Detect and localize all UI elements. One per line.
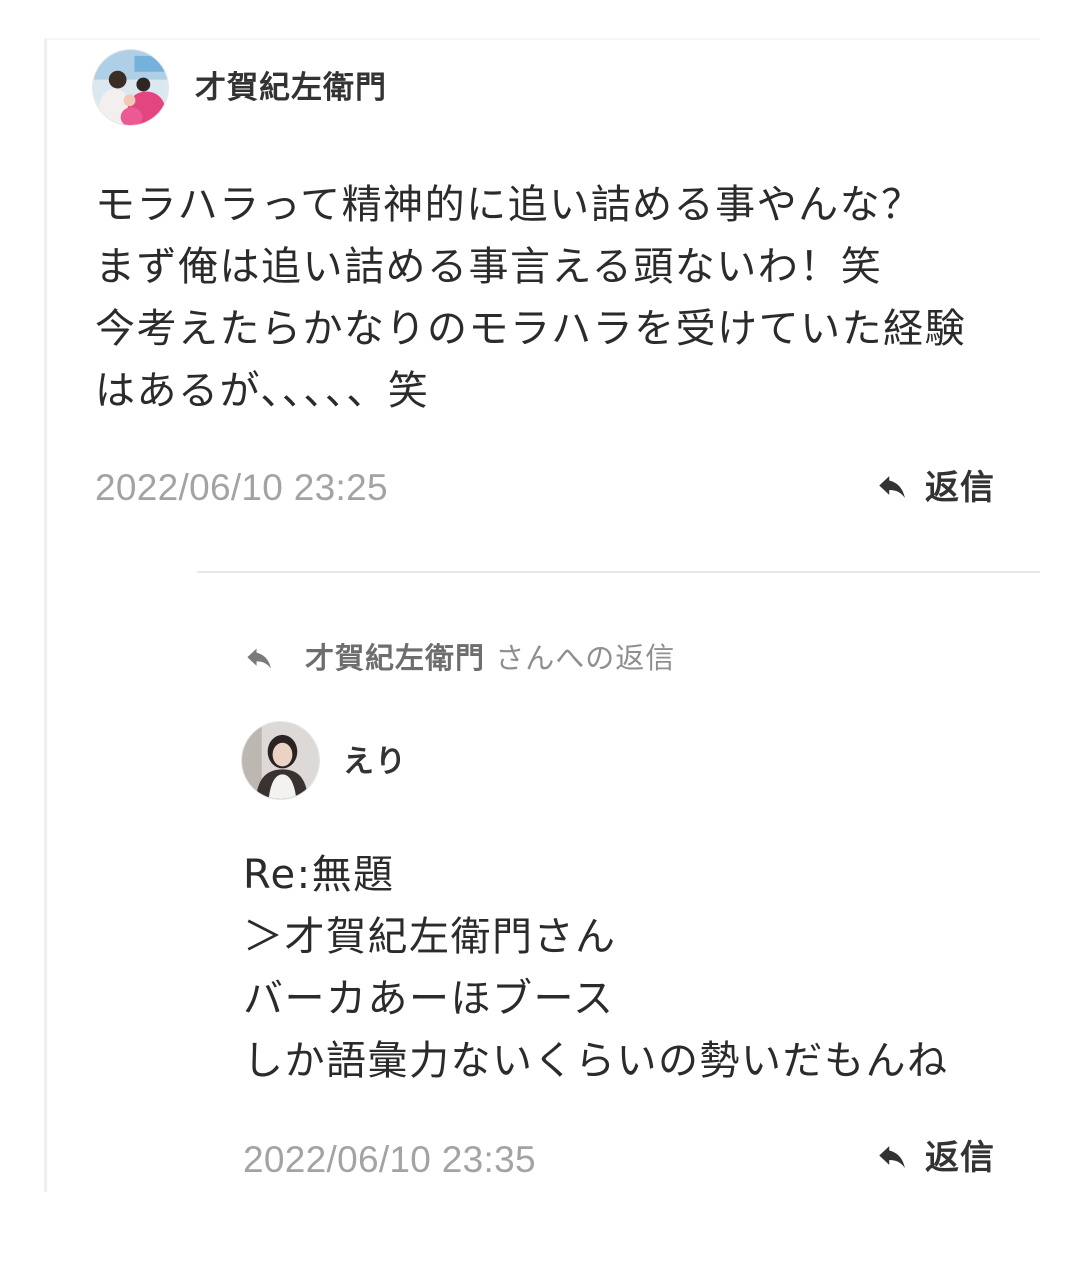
divider [197, 571, 1040, 573]
reply-body-line: Re:無題 [243, 852, 395, 898]
avatar[interactable] [242, 722, 319, 799]
comment-username[interactable]: 才賀紀左衛門 [195, 68, 387, 108]
comment-timestamp: 2022/06/10 23:25 [95, 467, 388, 508]
reply-arrow-icon [247, 648, 271, 669]
user-photo-icon [242, 722, 319, 799]
reply-to-suffix: さんへの返信 [495, 641, 676, 675]
reply-button[interactable]: 返信 [876, 465, 1004, 511]
reply-button[interactable]: 返信 [876, 1135, 1004, 1181]
reply-to-name[interactable]: 才賀紀左衛門 [305, 641, 485, 675]
reply-username[interactable]: えり [343, 742, 407, 782]
reply-body-line: バーカあーほブース [243, 976, 615, 1022]
comment-body-line: 今考えたらかなりのモラハラを受けていた経験 [95, 306, 967, 352]
comment-body: モラハラって精神的に追い詰める事やんな？ まず俺は追い詰める事言える頭ないわ！笑… [95, 174, 966, 422]
reply-button-label: 返信 [925, 1138, 995, 1178]
reply-arrow-icon [879, 476, 905, 498]
comment-body-line: はあるが、、、、、笑 [95, 368, 430, 414]
reply-timestamp: 2022/06/10 23:35 [243, 1139, 536, 1180]
reply-arrow-icon [879, 1146, 905, 1168]
reply-button-label: 返信 [925, 468, 995, 508]
reply-body-line: ＞才賀紀左衛門さん [243, 914, 617, 960]
comment-body-line: まず俺は追い詰める事言える頭ないわ！笑 [95, 244, 883, 290]
avatar[interactable] [93, 50, 168, 125]
reply-body-line: しか語彙力ないくらいの勢いだもんね [243, 1038, 949, 1084]
user-photo-icon [93, 50, 168, 125]
reply-body: Re:無題 ＞才賀紀左衛門さん バーカあーほブース しか語彙力ないくらいの勢いだ… [243, 844, 949, 1092]
comment-body-line: モラハラって精神的に追い詰める事やんな？ [95, 182, 923, 228]
